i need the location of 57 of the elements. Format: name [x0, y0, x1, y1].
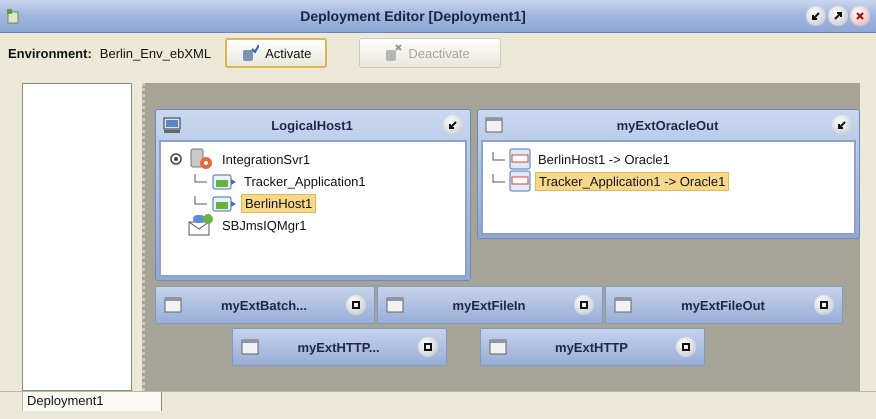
window-title: Deployment Editor [Deployment1] [299, 8, 527, 24]
environment-label: Environment: [8, 46, 92, 60]
window-icon [485, 117, 503, 133]
device-cross-icon [384, 44, 402, 62]
minimized-card[interactable]: myExtHTTP... [232, 328, 447, 366]
arrow-icon [837, 120, 847, 130]
document-tab[interactable]: Deployment1 [22, 392, 162, 411]
close-icon [855, 11, 865, 21]
tree-item[interactable]: IntegrationSvr1 [219, 150, 314, 168]
window-icon [614, 297, 632, 313]
square-icon [423, 342, 433, 352]
database-icon [509, 148, 531, 170]
environment-value: Berlin_Env_ebXML [100, 46, 212, 60]
minimize-button[interactable] [443, 115, 463, 135]
computer-icon [163, 116, 181, 134]
square-icon [351, 300, 361, 310]
window-icon [489, 339, 507, 355]
minimized-card[interactable]: myExtFileOut [605, 286, 843, 324]
card-title: myExtOracleOut [616, 118, 720, 132]
tree-item[interactable]: SBJmsIQMgr1 [219, 216, 310, 234]
device-check-icon [241, 44, 260, 62]
database-icon [509, 170, 531, 192]
window-icon [386, 297, 404, 313]
minimized-card[interactable]: myExtHTTP [480, 328, 705, 366]
restore-button[interactable] [418, 337, 438, 357]
restore-button[interactable] [814, 295, 834, 315]
window-icon [241, 339, 259, 355]
square-icon [681, 342, 691, 352]
tree-item[interactable]: Tracker_Application1 [241, 172, 369, 190]
restore-button[interactable] [574, 295, 594, 315]
arrow-icon [811, 11, 821, 21]
card-title: myExtHTTP [554, 340, 629, 354]
minimize-button[interactable] [806, 6, 826, 26]
card-title: myExtFileIn [452, 298, 526, 312]
envelope-icon [187, 213, 215, 237]
app-icon [6, 8, 20, 24]
arrow-icon [833, 11, 843, 21]
minimized-card[interactable]: myExtFileIn [377, 286, 603, 324]
minimize-button[interactable] [832, 115, 852, 135]
card-title: myExtFileOut [680, 298, 766, 312]
window-icon [164, 297, 182, 313]
close-button[interactable] [850, 6, 870, 26]
card-title: LogicalHost1 [270, 118, 354, 132]
tree-item[interactable]: BerlinHost1 -> Oracle1 [535, 150, 673, 168]
minimized-card[interactable]: myExtBatch... [155, 286, 375, 324]
card-title: myExtHTTP... [296, 340, 381, 354]
expand-toggle-icon[interactable] [169, 152, 183, 166]
square-icon [819, 300, 829, 310]
activate-button[interactable]: Activate [225, 38, 328, 68]
card-title: myExtBatch... [220, 298, 308, 312]
square-icon [579, 300, 589, 310]
tree-item[interactable]: Tracker_Application1 -> Oracle1 [535, 172, 730, 190]
tree-item[interactable]: BerlinHost1 [241, 194, 316, 212]
restore-button[interactable] [346, 295, 366, 315]
arrow-icon [448, 120, 458, 130]
maximize-button[interactable] [828, 6, 848, 26]
restore-button[interactable] [676, 337, 696, 357]
